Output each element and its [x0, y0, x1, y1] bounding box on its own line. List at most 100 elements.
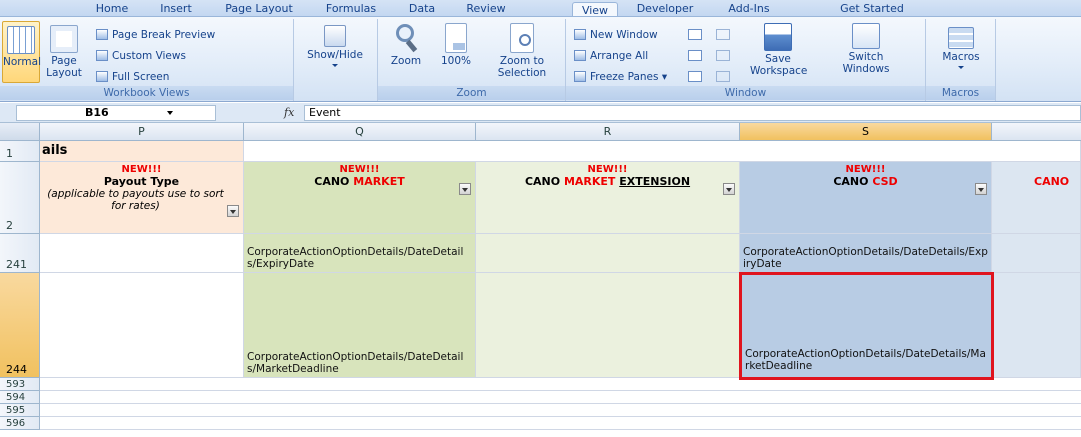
cell-r241[interactable] — [476, 234, 740, 273]
row-header-596[interactable]: 596 — [0, 417, 40, 430]
ribbon: Normal Page Layout Page Break Preview Cu… — [0, 16, 1081, 102]
row-595-cells[interactable] — [40, 404, 1081, 417]
p2-subtitle: (applicable to payouts use to sort for r… — [47, 188, 224, 212]
page-break-preview-button[interactable]: Page Break Preview — [96, 27, 215, 43]
row-header-593[interactable]: 593 — [0, 378, 40, 391]
tab-review[interactable]: Review — [456, 1, 516, 16]
arrange-all-icon — [574, 50, 586, 61]
cell-r244[interactable] — [476, 273, 740, 378]
switch-windows-label: Switch Windows — [842, 51, 890, 75]
view-side-by-side-icon[interactable] — [716, 29, 730, 40]
tab-page-layout[interactable]: Page Layout — [214, 1, 304, 16]
macros-icon — [948, 27, 974, 49]
name-box-dropdown-icon[interactable] — [167, 111, 173, 115]
cell-s2[interactable]: NEW!!! CANO CSD — [740, 162, 992, 234]
zoom-100-label: 100% — [440, 55, 472, 67]
column-header-s[interactable]: S — [740, 123, 992, 141]
synchronous-scrolling-icon[interactable] — [716, 50, 730, 61]
zoom-label: Zoom — [390, 55, 422, 67]
cell-q2[interactable]: NEW!!! CANO MARKET — [244, 162, 476, 234]
cell-p1[interactable]: ails — [40, 141, 244, 162]
save-workspace-button[interactable]: Save Workspace — [742, 23, 814, 83]
t2-title: CANO — [1034, 175, 1070, 188]
page-layout-icon — [50, 25, 78, 53]
full-screen-button[interactable]: Full Screen — [96, 69, 169, 85]
row-header-595[interactable]: 595 — [0, 404, 40, 417]
reset-window-position-icon[interactable] — [716, 71, 730, 82]
new-window-icon — [574, 29, 586, 40]
column-header-q[interactable]: Q — [244, 123, 476, 141]
formula-bar: B16 fx Event — [0, 103, 1081, 123]
normal-view-button[interactable]: Normal — [2, 21, 41, 83]
name-box[interactable]: B16 — [16, 105, 216, 121]
show-hide-group: Show/Hide — [294, 19, 378, 101]
column-header-t[interactable] — [992, 123, 1081, 141]
tab-developer[interactable]: Developer — [624, 1, 706, 16]
switch-windows-icon — [852, 23, 880, 49]
switch-windows-button[interactable]: Switch Windows — [816, 23, 916, 83]
tab-insert[interactable]: Insert — [150, 1, 202, 16]
cell-p244[interactable] — [40, 273, 244, 378]
filter-dropdown-p[interactable] — [227, 205, 239, 217]
cell-t244[interactable] — [992, 273, 1081, 378]
custom-views-button[interactable]: Custom Views — [96, 48, 186, 64]
new-window-button[interactable]: New Window — [574, 27, 658, 43]
cell-p241[interactable] — [40, 234, 244, 273]
page-layout-button[interactable]: Page Layout — [44, 21, 84, 83]
active-cell-outline — [739, 272, 994, 380]
tab-view[interactable]: View — [572, 2, 618, 16]
filter-dropdown-q[interactable] — [459, 183, 471, 195]
row-596-cells[interactable] — [40, 417, 1081, 430]
row-header-594[interactable]: 594 — [0, 391, 40, 404]
q241-text: CorporateActionOptionDetails/DateDetails… — [247, 246, 464, 270]
show-hide-label: Show/Hide — [307, 49, 363, 61]
freeze-panes-button[interactable]: Freeze Panes ▾ — [574, 69, 667, 85]
column-header-p[interactable]: P — [40, 123, 244, 141]
tab-formulas[interactable]: Formulas — [316, 1, 386, 16]
tab-data[interactable]: Data — [400, 1, 444, 16]
zoom-group: Zoom 100% Zoom to Selection Zoom — [378, 19, 566, 101]
show-hide-button[interactable]: Show/Hide — [300, 25, 370, 83]
hide-window-icon[interactable] — [688, 50, 702, 61]
row-header-241[interactable]: 241 — [0, 234, 40, 273]
cell-t241[interactable] — [992, 234, 1081, 273]
arrange-all-button[interactable]: Arrange All — [574, 48, 648, 64]
p2-title: Payout Type — [103, 175, 180, 188]
column-header-r[interactable]: R — [476, 123, 740, 141]
row-594-cells[interactable] — [40, 391, 1081, 404]
show-hide-dropdown-icon — [332, 64, 338, 67]
show-hide-icon — [324, 25, 346, 47]
row-header-1[interactable]: 1 — [0, 141, 40, 162]
row-header-2[interactable]: 2 — [0, 162, 40, 234]
split-icon[interactable] — [688, 29, 702, 40]
page-break-preview-label: Page Break Preview — [112, 29, 216, 41]
select-all-corner[interactable] — [0, 123, 40, 141]
window-group-label: Window — [566, 86, 925, 100]
cell-t2[interactable]: CANO — [992, 162, 1081, 234]
cell-q241[interactable]: CorporateActionOptionDetails/DateDetails… — [244, 234, 476, 273]
custom-views-icon — [96, 50, 108, 61]
row-header-244[interactable]: 244 — [0, 273, 40, 378]
cell-p2[interactable]: NEW!!! Payout Type (applicable to payout… — [40, 162, 244, 234]
cell-q1[interactable] — [244, 141, 1081, 162]
tab-add-ins[interactable]: Add-Ins — [718, 1, 780, 16]
s2-title: CANO CSD — [833, 175, 898, 188]
filter-dropdown-r[interactable] — [723, 183, 735, 195]
q2-title: CANO MARKET — [314, 175, 405, 188]
cell-r2[interactable]: NEW!!! CANO MARKET EXTENSION — [476, 162, 740, 234]
zoom-button[interactable]: Zoom — [384, 23, 428, 83]
cell-s241[interactable]: CorporateActionOptionDetails/DateDetails… — [740, 234, 992, 273]
insert-function-icon[interactable]: fx — [284, 106, 294, 119]
filter-dropdown-s[interactable] — [975, 183, 987, 195]
row-593-cells[interactable] — [40, 378, 1081, 391]
tab-home[interactable]: Home — [88, 1, 136, 16]
zoom-to-selection-button[interactable]: Zoom to Selection — [482, 23, 562, 83]
page-break-preview-icon — [96, 29, 108, 40]
formula-input[interactable]: Event — [304, 105, 1081, 121]
unhide-window-icon[interactable] — [688, 71, 702, 82]
macros-dropdown-icon — [958, 66, 964, 69]
zoom-100-button[interactable]: 100% — [434, 23, 478, 83]
cell-q244[interactable]: CorporateActionOptionDetails/DateDetails… — [244, 273, 476, 378]
macros-button[interactable]: Macros — [932, 27, 990, 83]
tab-get-started[interactable]: Get Started — [832, 1, 912, 16]
